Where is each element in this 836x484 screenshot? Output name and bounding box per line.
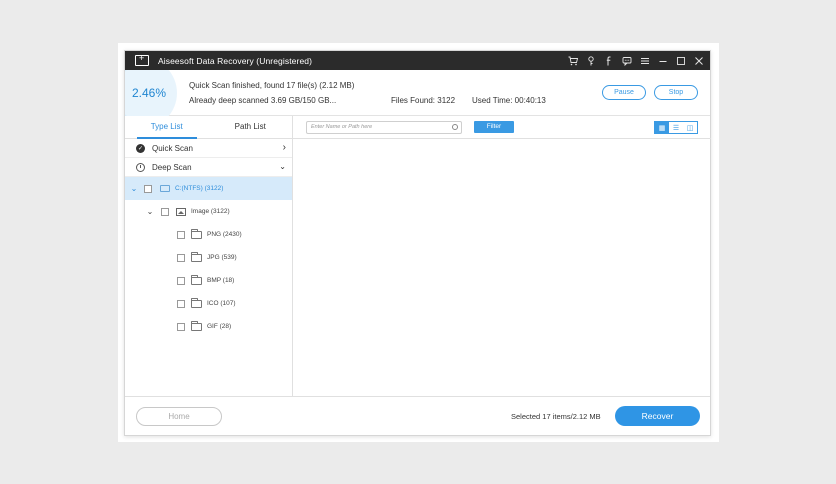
chevron-down-icon[interactable]: ⌄ [129,184,139,193]
search-placeholder: Enter Name or Path here [311,124,373,130]
folder-icon [191,228,202,239]
deep-scan-label: Deep Scan [152,162,192,172]
quick-scan-status: Quick Scan finished, found 17 file(s) (2… [189,81,355,90]
tab-type-list[interactable]: Type List [125,116,209,139]
tree-item-jpg[interactable]: JPG (539) [125,246,292,269]
chat-icon[interactable] [621,55,632,66]
item-checkbox[interactable] [177,230,185,239]
folder-icon [191,320,202,331]
cart-icon[interactable] [567,55,578,66]
files-found-count: Files Found: 3122 [391,96,456,105]
key-icon[interactable] [585,55,596,66]
menu-icon[interactable] [639,55,650,66]
drive-checkbox[interactable] [144,184,152,193]
maximize-icon[interactable] [675,55,686,66]
progress-indicator: 2.46% [125,70,179,116]
category-label: Image (3122) [191,208,230,215]
tree-item-ico[interactable]: ICO (107) [125,292,292,315]
home-button[interactable]: Home [136,407,222,426]
folder-icon [191,297,202,308]
check-circle-icon: ✓ [136,143,145,153]
folder-icon [191,251,202,262]
app-logo-icon [135,53,149,66]
deep-scan-status: Already deep scanned 3.69 GB/150 GB... [189,96,337,105]
tree-item-gif[interactable]: GIF (28) [125,315,292,338]
progress-percent: 2.46% [132,86,167,100]
window-title: Aiseesoft Data Recovery (Unregistered) [158,55,313,66]
clock-icon [136,162,145,172]
item-checkbox[interactable] [177,299,185,308]
recover-button[interactable]: Recover [615,406,700,426]
search-input[interactable]: Enter Name or Path here [306,121,462,134]
chevron-right-icon[interactable]: › [283,142,286,153]
tree-drive-row[interactable]: ⌄ C:(NTFS) (3122) [125,177,292,200]
tab-path-list[interactable]: Path List [209,116,293,138]
stop-button[interactable]: Stop [654,85,698,100]
file-toolbar: Enter Name or Path here Filter ▦ ☰ ◫ [293,116,711,139]
close-icon[interactable] [693,55,704,66]
minimize-icon[interactable] [657,55,668,66]
tree-item-png[interactable]: PNG (2430) [125,223,292,246]
used-time: Used Time: 00:40:13 [472,96,546,105]
tree-category-row[interactable]: ⌄ Image (3122) [125,200,292,223]
image-icon [176,207,186,216]
grid-view-icon[interactable]: ▦ [655,122,669,133]
folder-icon [191,274,202,285]
category-checkbox[interactable] [161,207,169,216]
deep-scan-row[interactable]: Deep Scan ⌄ [125,158,292,177]
drive-label: C:(NTFS) (3122) [175,185,224,192]
item-label: JPG (539) [207,254,237,261]
title-bar: Aiseesoft Data Recovery (Unregistered) [125,51,710,70]
item-label: GIF (28) [207,323,232,330]
facebook-icon[interactable] [603,55,614,66]
scan-status-panel: 2.46% Quick Scan finished, found 17 file… [125,70,710,116]
app-window: Aiseesoft Data Recovery (Unregistered) [124,50,711,436]
detail-view-icon[interactable]: ◫ [683,122,697,133]
drive-icon [160,185,170,192]
left-panel: Type List Path List ✓ Quick Scan › Deep … [125,116,293,396]
search-icon[interactable] [452,124,458,130]
tree-item-bmp[interactable]: BMP (18) [125,269,292,292]
selected-summary: Selected 17 items/2.12 MB [511,412,601,421]
chevron-down-icon[interactable]: ⌄ [145,207,155,216]
list-view-icon[interactable]: ☰ [669,122,683,133]
chevron-down-icon[interactable]: ⌄ [279,162,286,171]
item-checkbox[interactable] [177,276,185,285]
view-mode-switch: ▦ ☰ ◫ [654,121,698,134]
quick-scan-label: Quick Scan [152,143,193,153]
pause-button[interactable]: Pause [602,85,646,100]
footer-bar: Home Selected 17 items/2.12 MB Recover [125,396,710,437]
file-view-panel: Enter Name or Path here Filter ▦ ☰ ◫ [293,116,711,396]
list-tabs: Type List Path List [125,116,292,139]
item-label: BMP (18) [207,277,235,284]
filter-button[interactable]: Filter [474,121,514,133]
quick-scan-row[interactable]: ✓ Quick Scan › [125,139,292,158]
item-checkbox[interactable] [177,322,185,331]
item-checkbox[interactable] [177,253,185,262]
item-label: ICO (107) [207,300,236,307]
item-label: PNG (2430) [207,231,242,238]
